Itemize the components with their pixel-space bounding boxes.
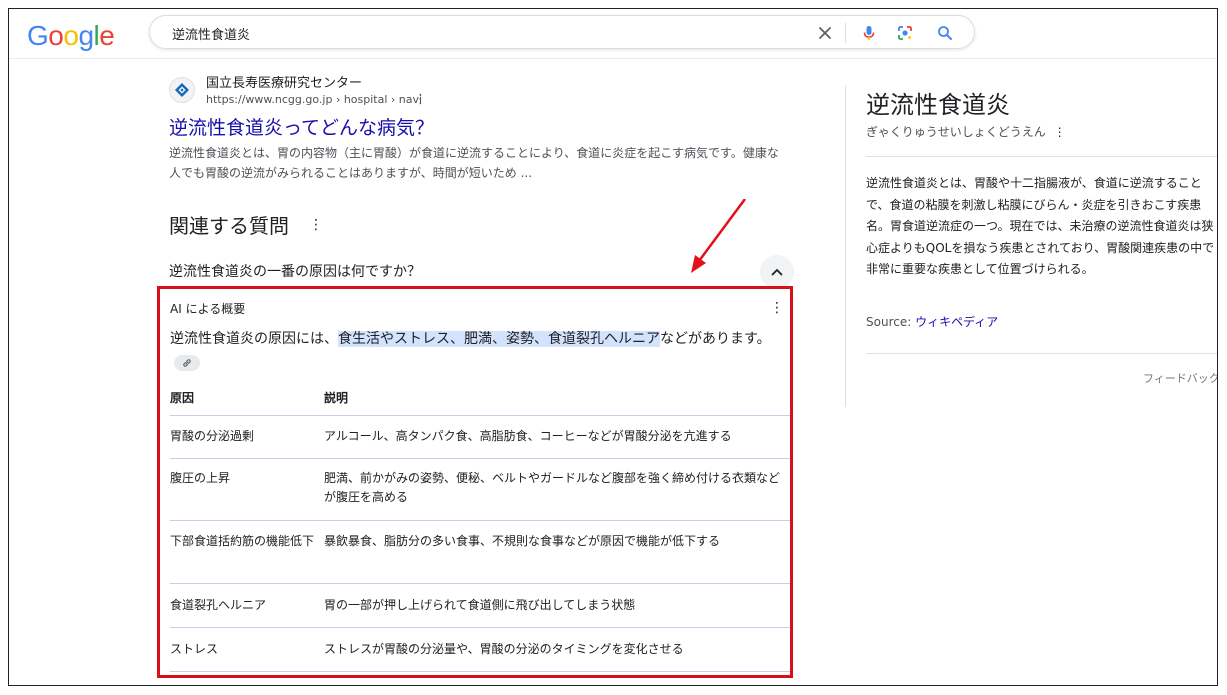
source-link[interactable]: ウィキペディア [915, 315, 998, 329]
table-row: 下部食道括約筋の機能低下 暴飲暴食、脂肪分の多い食事、不規則な食事などが原因で機… [170, 521, 790, 584]
clear-icon[interactable] [816, 24, 834, 42]
cell-description: ストレスが胃酸の分泌量や、胃酸の分泌のタイミングを変化させる [324, 642, 684, 656]
cell-cause: 胃酸の分泌過剰 [170, 429, 255, 443]
search-input[interactable] [170, 16, 794, 50]
more-options-icon[interactable]: ⋮ [414, 92, 427, 107]
result-snippet: 逆流性食道炎とは、胃の内容物（主に胃酸）が食道に逆流することにより、食道に炎症を… [169, 146, 779, 180]
logo-letter: o [63, 20, 79, 51]
ai-overview-label: AI による概要 [170, 302, 246, 316]
logo-letter: o [48, 20, 64, 51]
header-description: 説明 [324, 391, 349, 405]
knowledge-panel-rule-bottom [866, 353, 1217, 354]
cell-description: 胃の一部が押し上げられて食道側に飛び出してしまう状態 [324, 598, 636, 612]
ai-overview-summary: 逆流性食道炎の原因には、食生活やストレス、肥満、姿勢、食道裂孔ヘルニアなどがあり… [170, 327, 790, 375]
cell-cause: 食道裂孔ヘルニア [170, 598, 267, 612]
related-questions-menu-icon[interactable]: ⋮ [309, 217, 323, 233]
logo-letter: g [78, 20, 94, 51]
reading-menu-icon[interactable]: ⋮ [1054, 125, 1066, 139]
table-header: 原因 説明 [170, 381, 790, 416]
logo-letter: e [99, 20, 115, 51]
cause-table: 原因 説明 胃酸の分泌過剰 アルコール、高タンパク食、高脂肪食、コーヒーなどが胃… [170, 381, 790, 672]
cell-cause: ストレス [170, 642, 219, 656]
cell-cause: 腹圧の上昇 [170, 471, 231, 485]
mic-icon[interactable] [860, 24, 878, 42]
source-label: Source: [866, 315, 912, 329]
reading-text: ぎゃくりゅうせいしょくどうえん [866, 125, 1046, 139]
site-name[interactable]: 国立長寿医療研究センター [206, 72, 362, 91]
site-url[interactable]: https://www.ncgg.go.jp › hospital › navi [206, 93, 422, 106]
knowledge-panel-divider [845, 85, 846, 407]
table-row: 食道裂孔ヘルニア 胃の一部が押し上げられて食道側に飛び出してしまう状態 [170, 584, 790, 628]
cell-description: アルコール、高タンパク食、高脂肪食、コーヒーなどが胃酸分泌を亢進する [324, 429, 732, 443]
site-favicon-icon[interactable] [169, 77, 195, 103]
feedback-link[interactable]: フィードバック [1143, 370, 1217, 386]
knowledge-panel-description: 逆流性食道炎とは、胃酸や十二指腸液が、食道に逆流することで、食道の粘膜を刺激し粘… [866, 176, 1215, 276]
header-cause: 原因 [170, 391, 195, 405]
cell-cause: 下部食道括約筋の機能低下 [170, 534, 315, 548]
summary-text-end: などがあります。 [660, 331, 771, 347]
related-questions-heading: 関連する質問 [169, 214, 289, 238]
search-bar [149, 15, 975, 50]
google-logo[interactable]: Google [27, 19, 115, 53]
knowledge-panel-reading: ぎゃくりゅうせいしょくどうえん ⋮ [866, 123, 1066, 140]
table-row: ストレス ストレスが胃酸の分泌量や、胃酸の分泌のタイミングを変化させる [170, 628, 790, 672]
related-question[interactable]: 逆流性食道炎の一番の原因は何ですか？ [169, 261, 421, 281]
search-bar-divider [845, 23, 846, 43]
knowledge-panel-rule [866, 156, 1217, 157]
ai-overview-menu-icon[interactable]: ⋮ [770, 300, 784, 316]
ai-overview-panel: AI による概要 ⋮ 逆流性食道炎の原因には、食生活やストレス、肥満、姿勢、食道… [157, 286, 793, 678]
link-chip-button[interactable] [174, 355, 200, 371]
logo-letter: G [27, 20, 49, 51]
search-icon[interactable] [936, 24, 954, 42]
knowledge-panel-title: 逆流性食道炎 [866, 91, 1010, 119]
header-divider [9, 58, 1217, 59]
knowledge-panel-source: Source: ウィキペディア [866, 313, 998, 330]
summary-highlight: 食生活やストレス、肥満、姿勢、食道裂孔ヘルニア [338, 331, 660, 347]
table-row: 腹圧の上昇 肥満、前かがみの姿勢、便秘、ベルトやガードルなど腹部を強く締め付ける… [170, 459, 790, 521]
lens-icon[interactable] [896, 24, 914, 42]
result-title-link[interactable]: 逆流性食道炎ってどんな病気？ [169, 113, 434, 140]
annotation-arrow-icon [691, 199, 747, 273]
chevron-up-icon [771, 268, 783, 276]
cell-description: 肥満、前かがみの姿勢、便秘、ベルトやガードルなど腹部を強く締め付ける衣類などが腹… [324, 471, 781, 504]
cell-description: 暴飲暴食、脂肪分の多い食事、不規則な食事などが原因で機能が低下する [324, 534, 721, 548]
browser-viewport: Google 逆流性食道炎 国立長寿医療研究センター https://www.n… [8, 8, 1218, 686]
link-icon [183, 359, 191, 367]
summary-text: 逆流性食道炎の原因には、 [170, 331, 338, 347]
table-row: 胃酸の分泌過剰 アルコール、高タンパク食、高脂肪食、コーヒーなどが胃酸分泌を亢進… [170, 416, 790, 459]
